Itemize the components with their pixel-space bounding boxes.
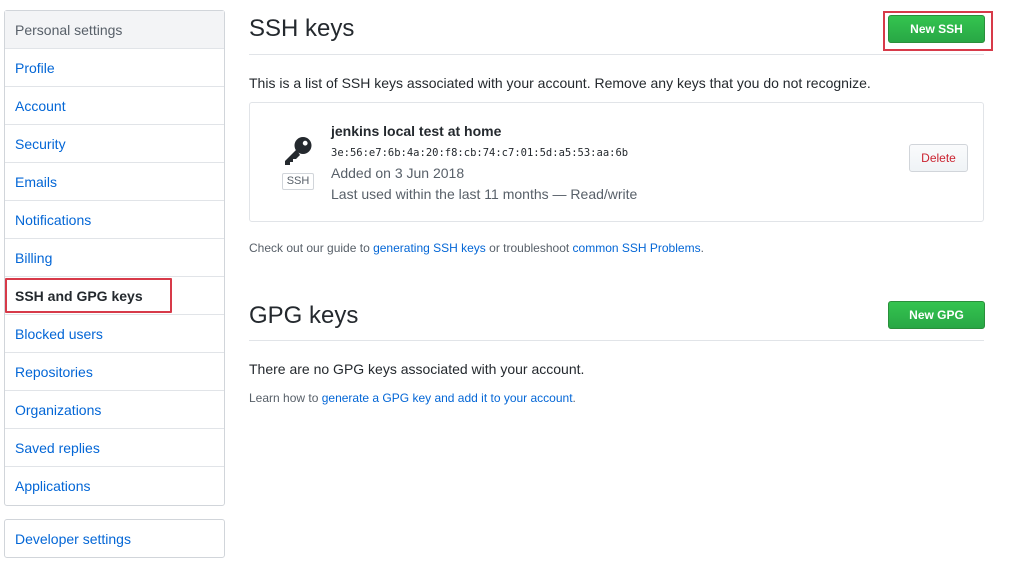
key-last-used: Last used within the last 11 months — Re… <box>331 186 638 202</box>
sidebar-item-saved-replies[interactable]: Saved replies <box>5 429 224 467</box>
ssh-guide-suffix: . <box>700 241 704 255</box>
ssh-guide-prefix: Check out our guide to <box>249 241 374 255</box>
sidebar-heading: Personal settings <box>5 11 224 49</box>
sidebar-item-profile[interactable]: Profile <box>5 49 224 87</box>
sidebar-item-ssh-gpg-keys[interactable]: SSH and GPG keys <box>5 277 224 315</box>
sidebar-item-label: SSH and GPG keys <box>15 288 143 304</box>
gpg-empty-text: There are no GPG keys associated with yo… <box>249 361 585 377</box>
key-added-date: Added on 3 Jun 2018 <box>331 165 465 181</box>
sidebar-item-blocked-users[interactable]: Blocked users <box>5 315 224 353</box>
key-icon <box>285 137 312 165</box>
new-gpg-key-button[interactable]: New GPG key <box>888 301 985 348</box>
sidebar-item-account[interactable]: Account <box>5 87 224 125</box>
new-ssh-key-button[interactable]: New SSH key <box>888 15 985 62</box>
sidebar-item-developer-settings[interactable]: Developer settings <box>5 520 224 557</box>
sidebar-item-billing[interactable]: Billing <box>5 239 224 277</box>
generating-ssh-keys-link[interactable]: generating SSH keys <box>373 241 486 255</box>
ssh-divider <box>249 54 984 55</box>
gpg-learn-suffix: . <box>572 391 576 405</box>
sidebar-item-repositories[interactable]: Repositories <box>5 353 224 391</box>
sidebar-item-security[interactable]: Security <box>5 125 224 163</box>
sidebar-item-organizations[interactable]: Organizations <box>5 391 224 429</box>
key-fingerprint: 3e:56:e7:6b:4a:20:f8:cb:74:c7:01:5d:a5:5… <box>331 147 629 159</box>
sidebar-item-notifications[interactable]: Notifications <box>5 201 224 239</box>
gpg-learn-text: Learn how to generate a GPG key and add … <box>249 391 576 405</box>
key-title: jenkins local test at home <box>331 123 502 139</box>
developer-settings-menu: Developer settings <box>4 519 225 558</box>
settings-sidebar: Personal settings Profile Account Securi… <box>4 10 225 506</box>
generate-gpg-key-link[interactable]: generate a GPG key and add it to your ac… <box>322 391 573 405</box>
ssh-badge: SSH <box>282 173 314 190</box>
common-ssh-problems-link[interactable]: common SSH Problems <box>573 241 701 255</box>
gpg-divider <box>249 340 984 341</box>
ssh-intro-text: This is a list of SSH keys associated wi… <box>249 75 871 91</box>
sidebar-item-applications[interactable]: Applications <box>5 467 224 505</box>
ssh-guide-text: Check out our guide to generating SSH ke… <box>249 241 704 255</box>
gpg-keys-title: GPG keys <box>249 302 359 329</box>
ssh-keys-title: SSH keys <box>249 15 355 42</box>
sidebar-item-emails[interactable]: Emails <box>5 163 224 201</box>
ssh-guide-middle: or troubleshoot <box>485 241 573 255</box>
delete-key-button[interactable]: Delete <box>909 144 968 172</box>
ssh-key-item: SSH jenkins local test at home 3e:56:e7:… <box>249 102 984 222</box>
gpg-learn-prefix: Learn how to <box>249 391 322 405</box>
